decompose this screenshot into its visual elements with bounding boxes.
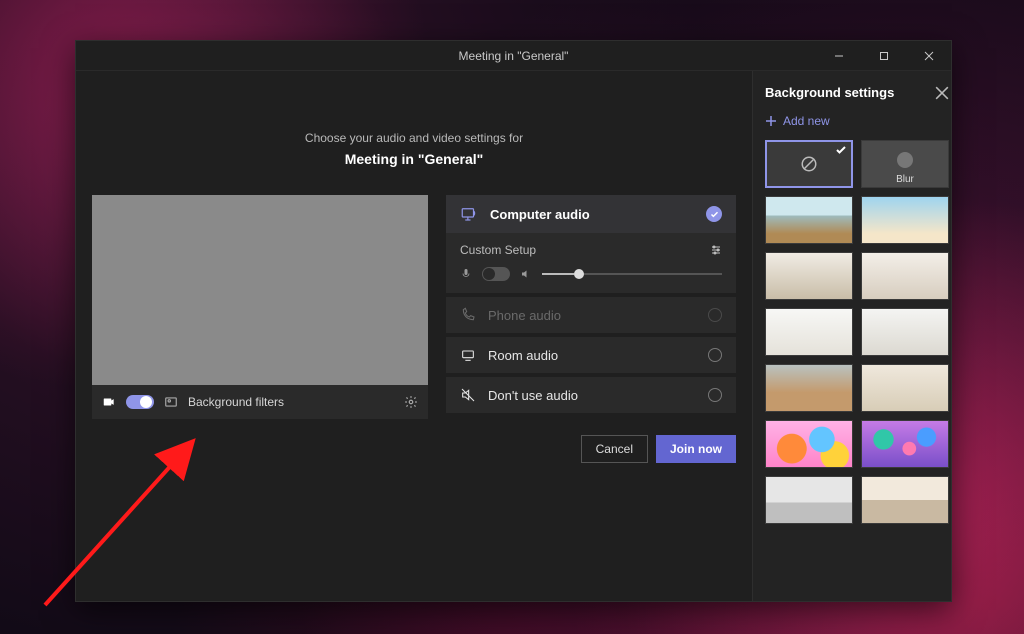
- computer-audio-card[interactable]: Computer audio Custom Setup: [446, 195, 736, 293]
- cancel-button[interactable]: Cancel: [581, 435, 648, 463]
- close-panel-button[interactable]: [935, 86, 949, 100]
- bg-tile-none[interactable]: [765, 140, 853, 188]
- window-controls: [816, 41, 951, 71]
- audio-column: Computer audio Custom Setup: [446, 195, 736, 463]
- microphone-icon: [460, 268, 472, 280]
- bg-tile-image[interactable]: [765, 476, 853, 524]
- bg-tile-image[interactable]: [765, 420, 853, 468]
- phone-audio-label: Phone audio: [488, 308, 561, 323]
- prompt-text: Choose your audio and video settings for: [92, 131, 736, 145]
- check-icon: [835, 144, 847, 156]
- video-column: Background filters: [92, 195, 428, 463]
- video-controls-bar: Background filters: [92, 385, 428, 419]
- bg-tile-image[interactable]: [765, 364, 853, 412]
- computer-audio-icon: [460, 205, 478, 223]
- device-settings-button[interactable]: [404, 395, 418, 409]
- radio-icon: [708, 388, 722, 402]
- bg-tile-blur[interactable]: Blur: [861, 140, 949, 188]
- bg-tile-image[interactable]: [861, 196, 949, 244]
- volume-slider[interactable]: [542, 273, 722, 275]
- background-filters-icon: [164, 395, 178, 409]
- app-window: Meeting in "General" Choose your audio a…: [75, 40, 952, 602]
- add-new-button[interactable]: Add new: [765, 114, 949, 128]
- computer-audio-label: Computer audio: [490, 207, 590, 222]
- bg-tile-image[interactable]: [861, 308, 949, 356]
- bg-tile-image[interactable]: [765, 196, 853, 244]
- no-audio-label: Don't use audio: [488, 388, 578, 403]
- selected-check-icon: [706, 206, 722, 222]
- no-audio-option[interactable]: Don't use audio: [446, 377, 736, 413]
- sliders-icon[interactable]: [710, 244, 722, 256]
- bg-tile-image[interactable]: [765, 308, 853, 356]
- add-new-label: Add new: [783, 114, 830, 128]
- bg-tile-image[interactable]: [861, 252, 949, 300]
- bg-tile-image[interactable]: [861, 420, 949, 468]
- window-title: Meeting in "General": [459, 49, 569, 63]
- radio-icon: [708, 348, 722, 362]
- speaker-icon: [520, 268, 532, 280]
- background-filters-button[interactable]: Background filters: [188, 395, 284, 409]
- microphone-toggle[interactable]: [482, 267, 510, 281]
- room-audio-icon: [460, 347, 476, 363]
- bg-tile-image[interactable]: [765, 252, 853, 300]
- main-area: Choose your audio and video settings for…: [76, 71, 752, 601]
- phone-audio-option: Phone audio: [446, 297, 736, 333]
- camera-icon: [102, 395, 116, 409]
- room-audio-label: Room audio: [488, 348, 558, 363]
- title-bar: Meeting in "General": [76, 41, 951, 71]
- background-settings-panel: Background settings Add new Blur: [752, 71, 951, 601]
- background-grid: Blur: [765, 140, 949, 524]
- maximize-button[interactable]: [861, 41, 906, 71]
- video-preview: [92, 195, 428, 385]
- close-button[interactable]: [906, 41, 951, 71]
- custom-setup-label: Custom Setup: [460, 243, 536, 257]
- panel-title: Background settings: [765, 85, 894, 100]
- minimize-button[interactable]: [816, 41, 861, 71]
- camera-toggle[interactable]: [126, 395, 154, 409]
- phone-icon: [460, 307, 476, 323]
- bg-tile-image[interactable]: [861, 364, 949, 412]
- plus-icon: [765, 115, 777, 127]
- radio-icon: [708, 308, 722, 322]
- meeting-name: Meeting in "General": [92, 151, 736, 167]
- join-now-button[interactable]: Join now: [656, 435, 736, 463]
- bg-tile-image[interactable]: [861, 476, 949, 524]
- room-audio-option[interactable]: Room audio: [446, 337, 736, 373]
- none-icon: [800, 155, 818, 173]
- bg-tile-blur-label: Blur: [896, 174, 914, 185]
- mute-icon: [460, 387, 476, 403]
